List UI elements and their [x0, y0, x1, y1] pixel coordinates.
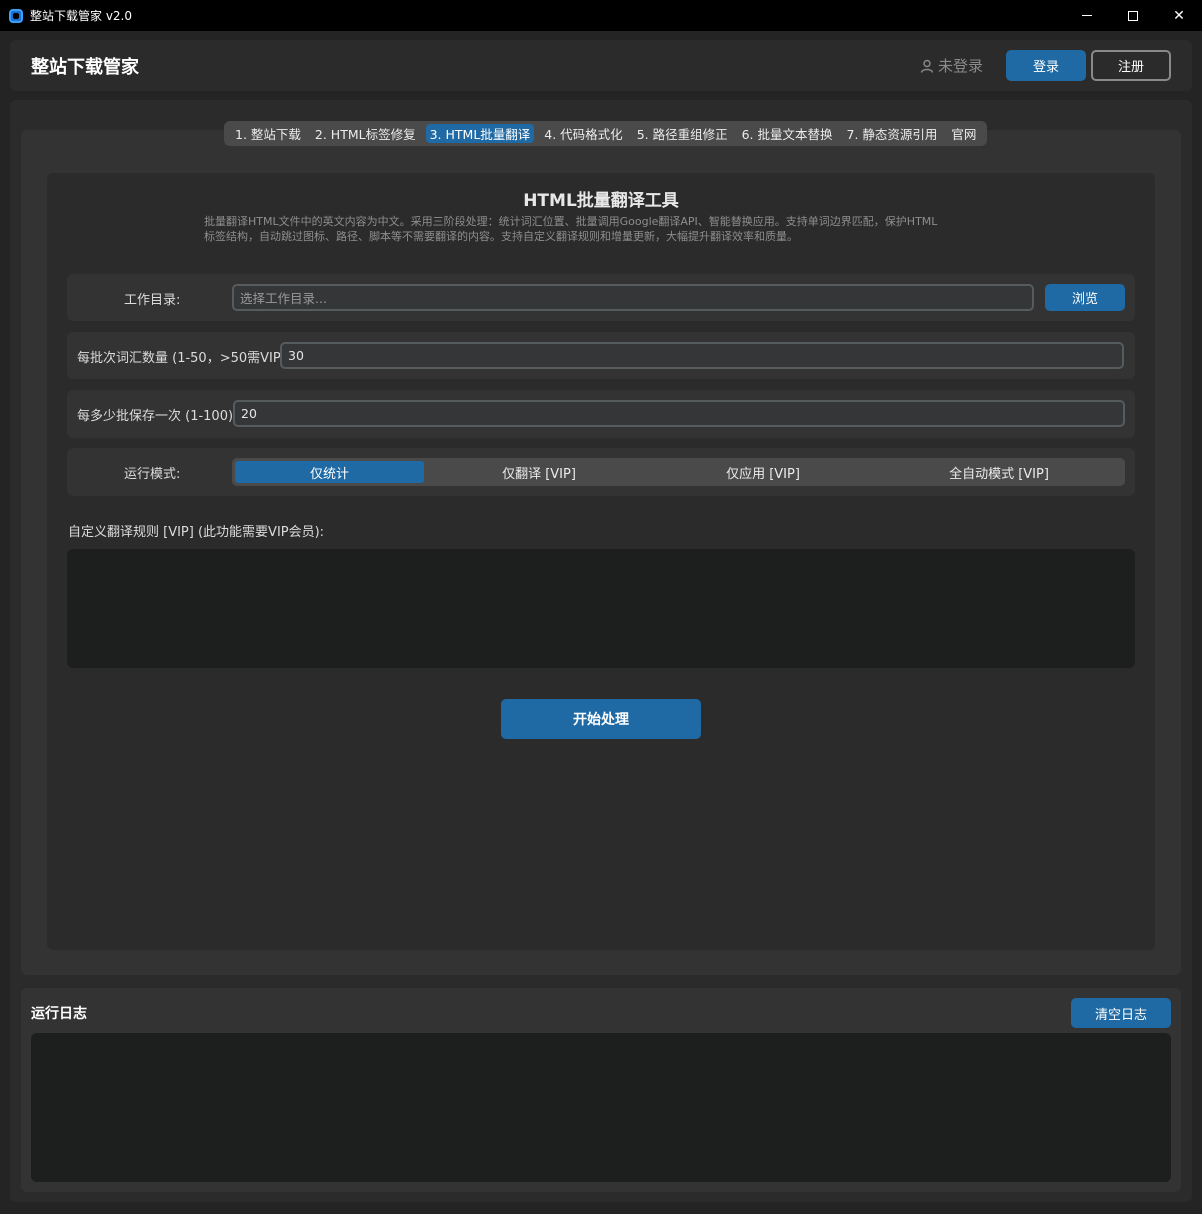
tab-official-site[interactable]: 官网 — [947, 124, 980, 143]
mode-selector: 仅统计 仅翻译 [VIP] 仅应用 [VIP] 全自动模式 [VIP] — [232, 458, 1125, 486]
save-interval-label: 每多少批保存一次 (1-100): — [77, 409, 238, 424]
tool-title: HTML批量翻译工具 — [523, 191, 679, 211]
log-textarea[interactable] — [31, 1033, 1171, 1182]
tab-path-restructure[interactable]: 5. 路径重组修正 — [633, 124, 732, 143]
user-status: 未登录 — [920, 55, 983, 76]
mode-apply-only[interactable]: 仅应用 [VIP] — [652, 461, 874, 483]
window-title: 整站下载管家 v2.0 — [30, 9, 133, 23]
app-header: 整站下载管家 未登录 登录 注册 — [10, 40, 1192, 91]
user-status-text: 未登录 — [938, 57, 984, 75]
custom-rules-textarea[interactable] — [67, 549, 1135, 668]
user-icon — [920, 59, 934, 73]
clear-log-button[interactable]: 清空日志 — [1071, 998, 1171, 1028]
tab-batch-text-replace[interactable]: 6. 批量文本替换 — [738, 124, 837, 143]
mode-translate-only[interactable]: 仅翻译 [VIP] — [428, 461, 650, 483]
workdir-label: 工作目录: — [124, 293, 181, 308]
tab-bar: 1. 整站下载 2. HTML标签修复 3. HTML批量翻译 4. 代码格式化… — [224, 121, 988, 146]
maximize-icon[interactable] — [1110, 0, 1156, 31]
workdir-input[interactable]: 选择工作目录... — [232, 284, 1034, 311]
tab-code-format[interactable]: 4. 代码格式化 — [540, 124, 626, 143]
tab-static-resource[interactable]: 7. 静态资源引用 — [843, 124, 942, 143]
log-title: 运行日志 — [31, 1006, 87, 1022]
save-interval-input[interactable]: 20 — [233, 400, 1125, 427]
close-icon[interactable]: ✕ — [1156, 0, 1202, 31]
tab-site-download[interactable]: 1. 整站下载 — [231, 124, 305, 143]
tab-html-batch-translate[interactable]: 3. HTML批量翻译 — [425, 124, 535, 143]
window-controls: ✕ — [1064, 0, 1202, 31]
start-button[interactable]: 开始处理 — [501, 699, 701, 739]
mode-stats-only[interactable]: 仅统计 — [235, 461, 424, 483]
title-bar: 整站下载管家 v2.0 ✕ — [0, 0, 1202, 31]
browse-button[interactable]: 浏览 — [1045, 284, 1125, 311]
register-button[interactable]: 注册 — [1091, 50, 1171, 81]
custom-rules-label: 自定义翻译规则 [VIP] (此功能需要VIP会员): — [68, 525, 325, 540]
mode-label: 运行模式: — [124, 467, 181, 482]
batch-size-input[interactable]: 30 — [280, 342, 1124, 369]
batch-size-label: 每批次词汇数量 (1-50，>50需VIP): — [77, 351, 291, 366]
app-icon — [9, 8, 23, 23]
tab-html-tag-fix[interactable]: 2. HTML标签修复 — [311, 124, 420, 143]
tool-description-line: 批量翻译HTML文件中的英文内容为中文。采用三阶段处理：统计词汇位置、批量调用G… — [204, 215, 938, 228]
app-title: 整站下载管家 — [31, 57, 139, 78]
tool-description-line: 标签结构，自动跳过图标、路径、脚本等不需要翻译的内容。支持自定义翻译规则和增量更… — [204, 230, 798, 243]
login-button[interactable]: 登录 — [1006, 50, 1086, 81]
minimize-icon[interactable] — [1064, 0, 1110, 31]
tool-description: 批量翻译HTML文件中的英文内容为中文。采用三阶段处理：统计词汇位置、批量调用G… — [204, 214, 1004, 244]
mode-full-auto[interactable]: 全自动模式 [VIP] — [876, 461, 1122, 483]
